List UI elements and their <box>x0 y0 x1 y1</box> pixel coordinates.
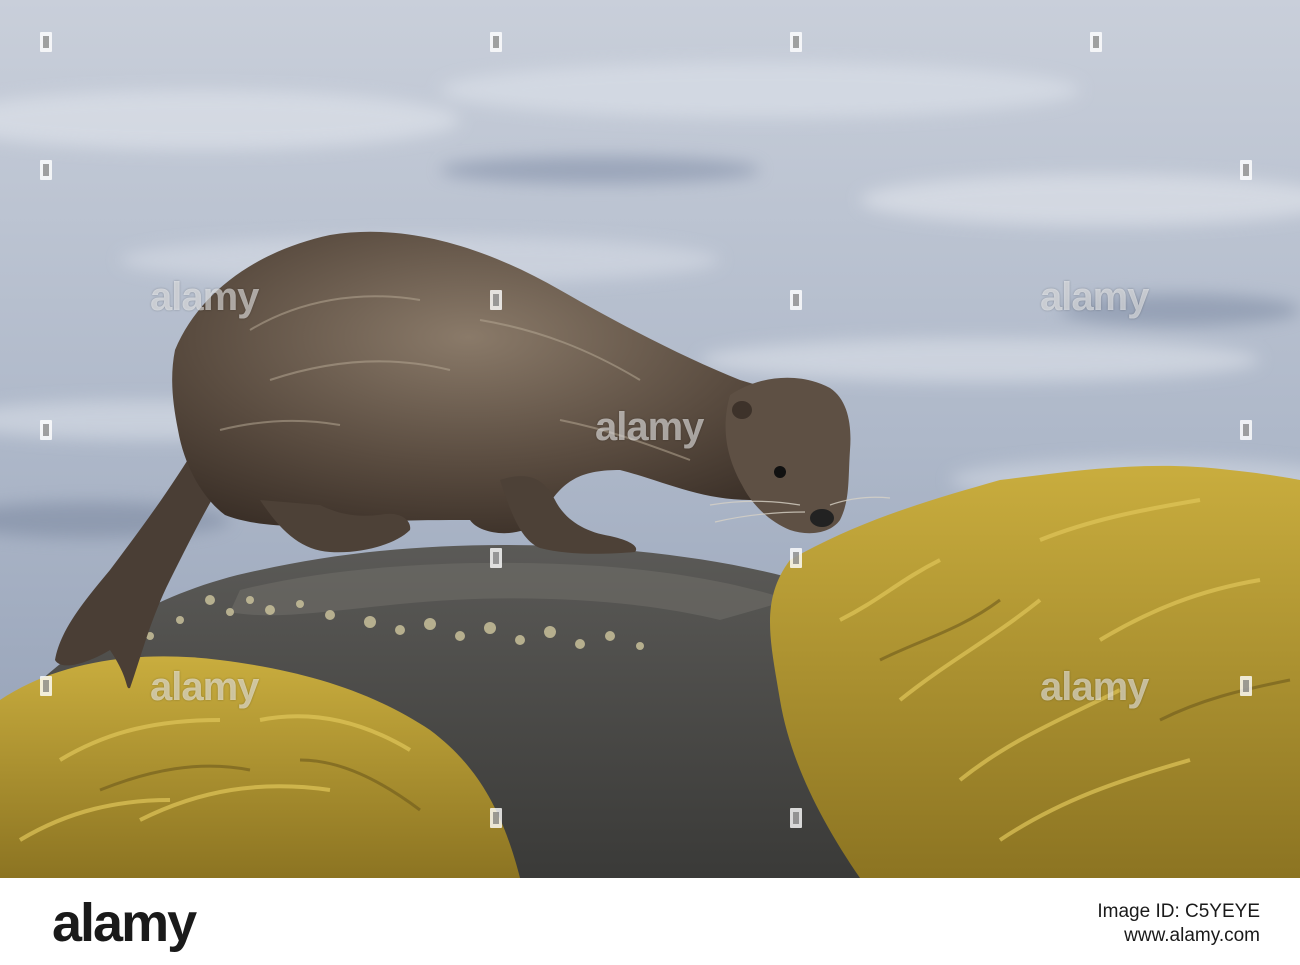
watermark-mark <box>40 676 52 696</box>
watermark-mark <box>790 290 802 310</box>
watermark-mark <box>790 808 802 828</box>
watermark-mark <box>490 808 502 828</box>
watermark-mark <box>490 32 502 52</box>
image-id-info: Image ID: C5YEYE www.alamy.com <box>1097 900 1260 948</box>
watermark-mark <box>790 548 802 568</box>
watermark-mark <box>40 32 52 52</box>
stock-photo-page: alamy alamy alamy alamy alamy alamy Imag… <box>0 0 1300 965</box>
alamy-logo[interactable]: alamy <box>52 892 197 954</box>
watermark-mark <box>1090 32 1102 52</box>
watermark-mark <box>1240 420 1252 440</box>
watermark-mark <box>790 32 802 52</box>
watermark-mark <box>40 160 52 180</box>
otter-photo: alamy alamy alamy alamy alamy <box>0 0 1300 878</box>
otter-ear <box>732 401 752 419</box>
otter-nose <box>810 509 834 527</box>
watermark-mark <box>1240 160 1252 180</box>
watermark-mark <box>1240 676 1252 696</box>
watermark-mark <box>490 290 502 310</box>
image-id-text: Image ID: C5YEYE <box>1097 901 1260 922</box>
otter-eye <box>774 466 786 478</box>
photo-illustration <box>0 0 1300 878</box>
stock-footer: alamy Image ID: C5YEYE www.alamy.com <box>0 878 1300 965</box>
watermark-mark <box>40 420 52 440</box>
watermark-mark <box>490 548 502 568</box>
site-url-text[interactable]: www.alamy.com <box>1097 924 1260 948</box>
